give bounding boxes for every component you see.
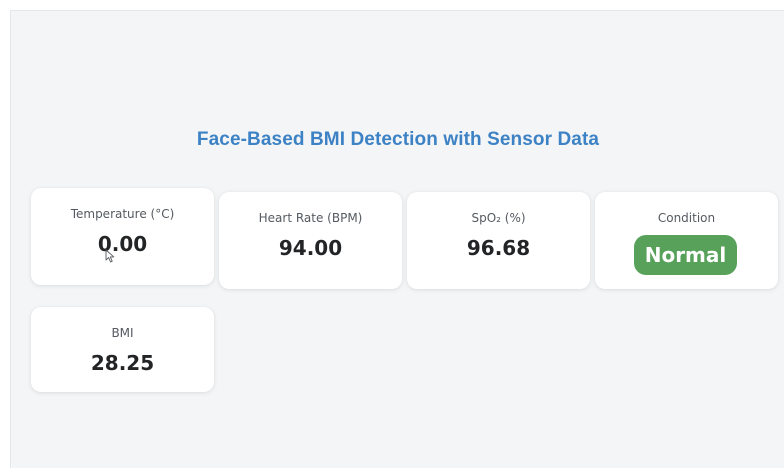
bmi-label: BMI <box>111 326 134 340</box>
condition-card: Condition Normal <box>595 192 778 289</box>
temperature-card: Temperature (°C) 0.00 <box>31 188 214 285</box>
condition-status-badge: Normal <box>634 235 737 275</box>
condition-label: Condition <box>657 211 716 225</box>
spo2-label: SpO₂ (%) <box>471 211 526 225</box>
dashboard-page: Face-Based BMI Detection with Sensor Dat… <box>10 10 784 468</box>
bmi-card: BMI 28.25 <box>31 307 214 392</box>
mouse-pointer-icon <box>105 249 115 263</box>
heart-rate-value: 94.00 <box>278 236 343 260</box>
heart-rate-label: Heart Rate (BPM) <box>258 211 363 225</box>
bmi-value: 28.25 <box>90 351 155 375</box>
spo2-card: SpO₂ (%) 96.68 <box>407 192 590 289</box>
spo2-value: 96.68 <box>466 236 531 260</box>
heart-rate-card: Heart Rate (BPM) 94.00 <box>219 192 402 289</box>
page-title: Face-Based BMI Detection with Sensor Dat… <box>196 129 600 150</box>
temperature-label: Temperature (°C) <box>70 207 175 221</box>
window-frame: Face-Based BMI Detection with Sensor Dat… <box>0 0 784 468</box>
temperature-value: 0.00 <box>97 232 148 256</box>
